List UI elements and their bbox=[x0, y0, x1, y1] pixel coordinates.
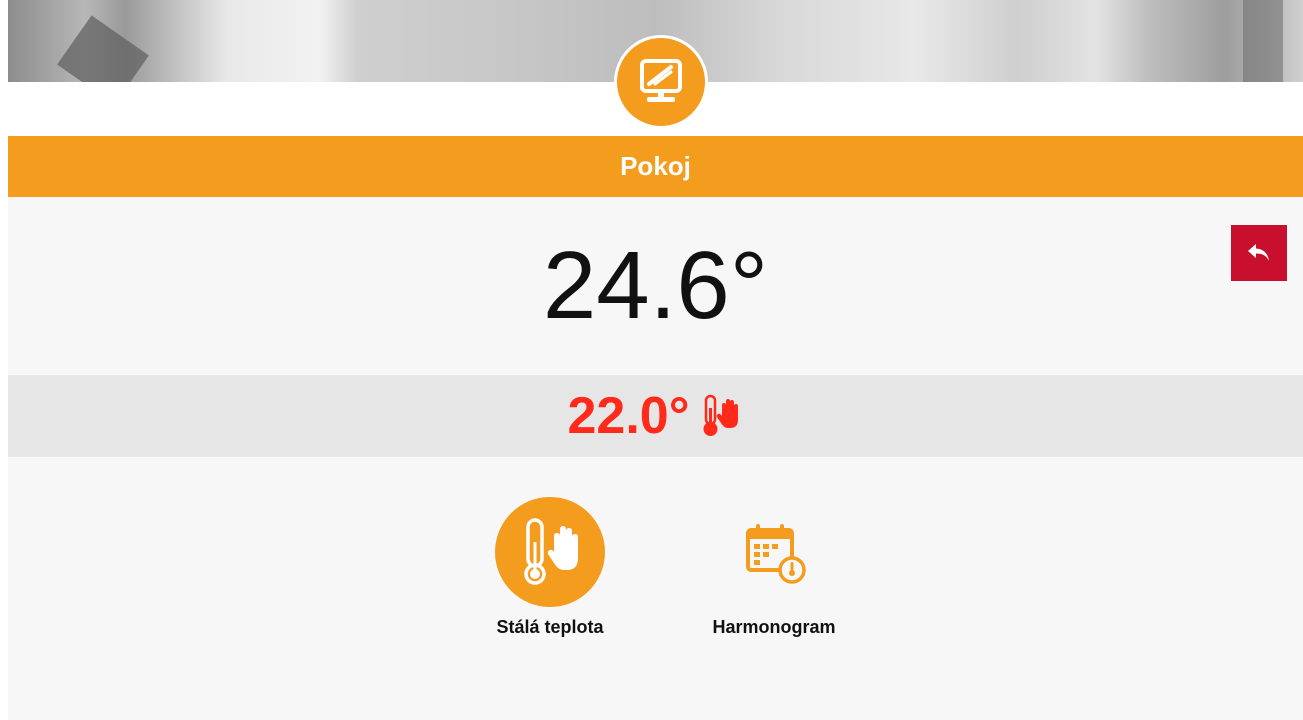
mode-constant-icon-badge[interactable] bbox=[495, 497, 605, 607]
mode-schedule-label[interactable]: Harmonogram bbox=[689, 617, 859, 638]
room-title-bar: Pokoj bbox=[8, 136, 1303, 197]
monitor-icon bbox=[640, 59, 682, 102]
thermometer-hand-icon bbox=[703, 394, 738, 436]
mode-constant-temperature[interactable]: Stálá teplota bbox=[465, 497, 635, 638]
setpoint-temperature[interactable]: 22.0° bbox=[567, 386, 689, 446]
mode-constant-label[interactable]: Stálá teplota bbox=[465, 617, 635, 638]
current-temperature: 24.6° bbox=[542, 232, 769, 339]
mode-schedule[interactable]: Harmonogram bbox=[689, 497, 859, 638]
thermostat-screen: Pokoj 24.6° 22.0° Stálá teplota Harmonog… bbox=[0, 0, 1303, 720]
calendar-thermometer-icon bbox=[746, 524, 806, 584]
room-title: Pokoj bbox=[620, 151, 691, 181]
device-icon-badge bbox=[614, 35, 708, 129]
thermometer-hand-icon bbox=[524, 518, 578, 585]
setpoint-bar[interactable]: 22.0° bbox=[8, 375, 1303, 457]
mode-schedule-icon-badge[interactable] bbox=[719, 497, 829, 607]
